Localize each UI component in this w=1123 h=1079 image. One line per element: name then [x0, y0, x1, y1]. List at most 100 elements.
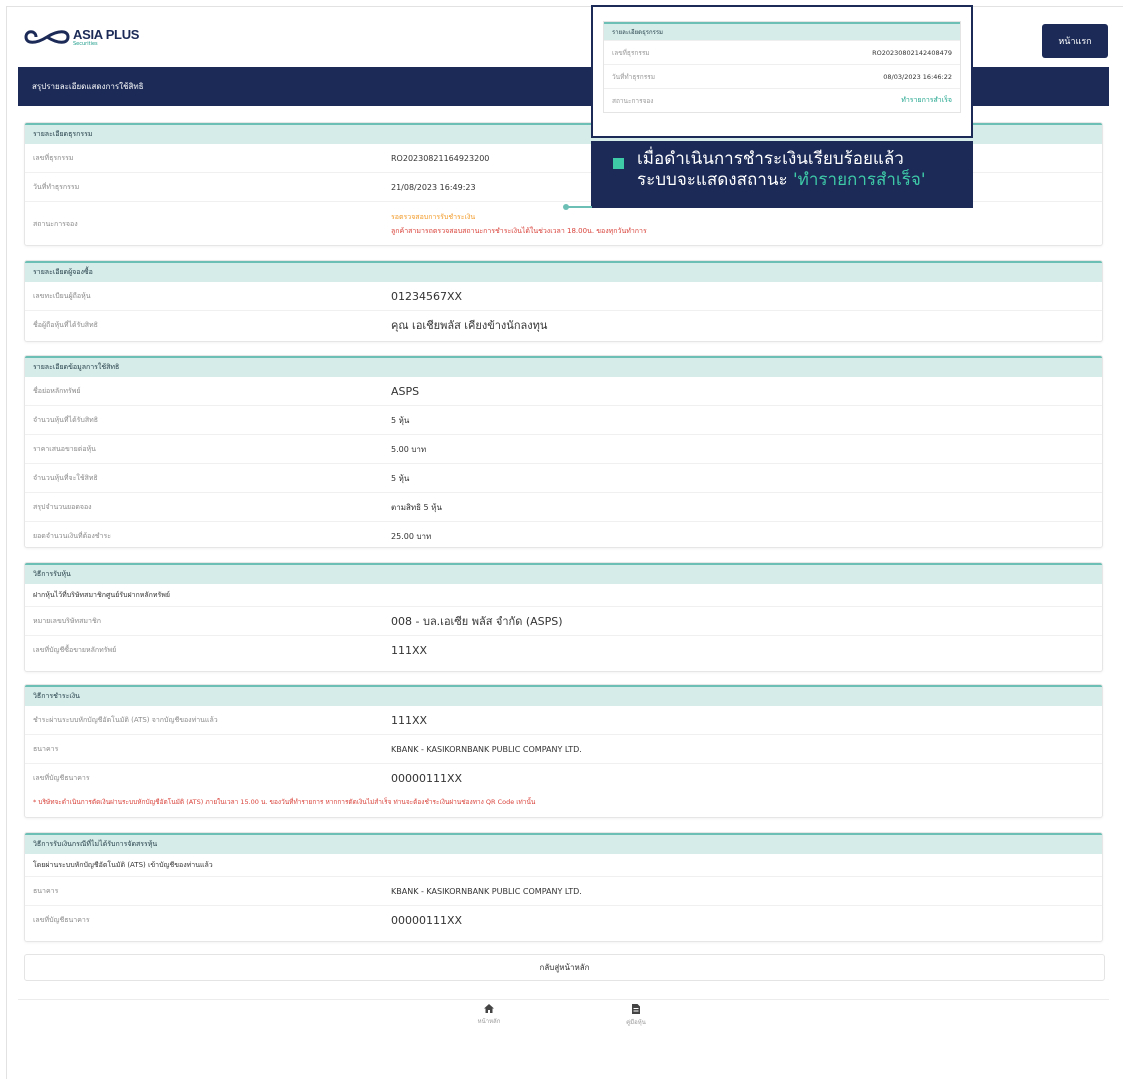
- refund-row: ธนาคาร KBANK - KASIKORNBANK PUBLIC COMPA…: [25, 876, 1102, 905]
- rights-row: ยอดจำนวนเงินที่ต้องชำระ 25.00 บาท: [25, 521, 1102, 547]
- buyer-row: เลขทะเบียนผู้ถือหุ้น 01234567XX: [25, 282, 1102, 310]
- section-subtitle: โดยผ่านระบบหักบัญชีอัตโนมัติ (ATS) เข้าบ…: [33, 860, 213, 869]
- receive-card-title: วิธีการรับหุ้น: [25, 563, 1102, 584]
- row-label: เลขที่บัญชีธนาคาร: [33, 773, 90, 782]
- receive-row: หมายเลขบริษัทสมาชิก 008 - บล.เอเซีย พลัส…: [25, 606, 1102, 635]
- row-value: ASPS: [391, 384, 420, 398]
- receive-subtitle-row: ฝากหุ้นไว้ที่บริษัทสมาชิกศูนย์รับฝากหลัก…: [25, 584, 1102, 606]
- row-label: ชื่อผู้ถือหุ้นที่ได้รับสิทธิ: [33, 320, 98, 329]
- refund-card: วิธีการรับเงินกรณีที่ไม่ได้รับการจัดสรรห…: [24, 832, 1103, 942]
- popup-row-value: 08/03/2023 16:46:22: [883, 72, 952, 81]
- infinity-logo-icon: [24, 30, 70, 44]
- logo-text: ASIA PLUS: [73, 26, 140, 42]
- nav-home-label: หน้าหลัก: [477, 1018, 501, 1025]
- frame-border-left: [6, 6, 7, 1079]
- back-button-label: กลับสู่หน้าหลัก: [539, 963, 590, 972]
- rights-row: ชื่อย่อหลักทรัพย์ ASPS: [25, 377, 1102, 405]
- callout-line-2-prefix: ระบบจะแสดงสถานะ: [637, 170, 788, 190]
- buyer-card-title: รายละเอียดผู้จองซื้อ: [25, 261, 1102, 282]
- page-title: สรุปรายละเอียดแสดงการใช้สิทธิ: [32, 82, 144, 91]
- rights-row: จำนวนหุ้นที่จะใช้สิทธิ 5 หุ้น: [25, 463, 1102, 492]
- rights-row: สรุปจำนวนยอดจอง ตามสิทธิ 5 หุ้น: [25, 492, 1102, 521]
- row-label: เลขที่บัญชีธนาคาร: [33, 915, 90, 924]
- row-value: 21/08/2023 16:49:23: [391, 182, 476, 192]
- payment-note: * บริษัทจะดำเนินการตัดเงินผ่านระบบหักบัญ…: [33, 798, 536, 806]
- row-label: จำนวนหุ้นที่จะใช้สิทธิ: [33, 473, 98, 482]
- row-value: 01234567XX: [391, 289, 463, 303]
- popup-row-label: สถานะการจอง: [612, 96, 654, 105]
- callout-square-icon: [613, 158, 624, 169]
- receive-shares-card: วิธีการรับหุ้น ฝากหุ้นไว้ที่บริษัทสมาชิก…: [24, 562, 1103, 672]
- row-value: 111XX: [391, 713, 428, 727]
- buyer-card: รายละเอียดผู้จองซื้อ เลขทะเบียนผู้ถือหุ้…: [24, 260, 1103, 342]
- row-value: 008 - บล.เอเซีย พลัส จำกัด (ASPS): [391, 615, 563, 628]
- rights-row: จำนวนหุ้นที่ได้รับสิทธิ 5 หุ้น: [25, 405, 1102, 434]
- row-label: จำนวนหุ้นที่ได้รับสิทธิ: [33, 415, 98, 424]
- rights-row: ราคาเสนอขายต่อหุ้น 5.00 บาท: [25, 434, 1102, 463]
- callout-highlight: 'ทำรายการสำเร็จ': [792, 170, 926, 190]
- row-value: RO20230821164923200: [391, 153, 490, 163]
- section-subtitle: ฝากหุ้นไว้ที่บริษัทสมาชิกศูนย์รับฝากหลัก…: [33, 590, 171, 599]
- buyer-row: ชื่อผู้ถือหุ้นที่ได้รับสิทธิ คุณ เอเชียพ…: [25, 310, 1102, 339]
- row-label: หมายเลขบริษัทสมาชิก: [33, 616, 101, 625]
- popup-row-value: RO20230802142408479: [872, 48, 952, 57]
- popup-row-label: เลขที่ธุรกรรม: [612, 48, 650, 57]
- row-value: 111XX: [391, 643, 428, 657]
- document-icon: [632, 1004, 640, 1014]
- row-label: ธนาคาร: [33, 744, 59, 753]
- row-value: ตามสิทธิ 5 หุ้น: [391, 502, 442, 512]
- footer-divider: [18, 999, 1109, 1000]
- refund-subtitle-row: โดยผ่านระบบหักบัญชีอัตโนมัติ (ATS) เข้าบ…: [25, 854, 1102, 876]
- row-label: ราคาเสนอขายต่อหุ้น: [33, 444, 96, 453]
- popup-row: เลขที่ธุรกรรม RO20230802142408479: [604, 40, 960, 64]
- popup-row: สถานะการจอง ทำรายการสำเร็จ: [604, 88, 960, 112]
- nav-home[interactable]: หน้าหลัก: [459, 1004, 519, 1026]
- status-note: ลูกค้าสามารถตรวจสอบสถานะการชำระเงินได้ใน…: [391, 226, 647, 235]
- row-value: 25.00 บาท: [391, 531, 432, 541]
- nav-docs-label: คู่มือหุ้น: [626, 1019, 646, 1026]
- popup-status-success: ทำรายการสำเร็จ: [901, 96, 952, 104]
- row-label: เลขที่ธุรกรรม: [33, 153, 74, 162]
- connector-line: [567, 206, 592, 208]
- callout-line-2: ระบบจะแสดงสถานะ 'ทำรายการสำเร็จ': [613, 170, 963, 191]
- status-badge: รอตรวจสอบการรับชำระเงิน: [391, 212, 476, 221]
- popup-card: รายละเอียดธุรกรรม เลขที่ธุรกรรม RO202308…: [603, 21, 961, 113]
- row-label: เลขทะเบียนผู้ถือหุ้น: [33, 291, 91, 300]
- rights-card-title: รายละเอียดข้อมูลการใช้สิทธิ: [25, 356, 1102, 377]
- row-value: 00000111XX: [391, 913, 463, 927]
- callout-line-1: เมื่อดำเนินการชำระเงินเรียบร้อยแล้ว: [637, 149, 904, 169]
- row-label: สถานะการจอง: [33, 219, 78, 228]
- payment-row: ธนาคาร KBANK - KASIKORNBANK PUBLIC COMPA…: [25, 734, 1102, 763]
- row-value: KBANK - KASIKORNBANK PUBLIC COMPANY LTD.: [391, 744, 582, 754]
- row-label: ชำระผ่านระบบหักบัญชีอัตโนมัติ (ATS) จากบ…: [33, 715, 218, 724]
- row-value: 5 หุ้น: [391, 415, 410, 425]
- refund-card-title: วิธีการรับเงินกรณีที่ไม่ได้รับการจัดสรรห…: [25, 833, 1102, 854]
- receive-row: เลขที่บัญชีซื้อขายหลักทรัพย์ 111XX: [25, 635, 1102, 664]
- row-value: คุณ เอเชียพลัส เคียงข้างนักลงทุน: [391, 319, 548, 332]
- rights-card: รายละเอียดข้อมูลการใช้สิทธิ ชื่อย่อหลักท…: [24, 355, 1103, 548]
- row-value: 5 หุ้น: [391, 473, 410, 483]
- annotation-callout: เมื่อดำเนินการชำระเงินเรียบร้อยแล้ว ระบบ…: [591, 141, 973, 208]
- home-icon: [484, 1004, 494, 1013]
- status-preview-popup: รายละเอียดธุรกรรม เลขที่ธุรกรรม RO202308…: [591, 5, 973, 138]
- row-value: KBANK - KASIKORNBANK PUBLIC COMPANY LTD.: [391, 886, 582, 896]
- refund-row: เลขที่บัญชีธนาคาร 00000111XX: [25, 905, 1102, 934]
- payment-row: เลขที่บัญชีธนาคาร 00000111XX: [25, 763, 1102, 792]
- nav-docs[interactable]: คู่มือหุ้น: [606, 1004, 666, 1027]
- row-label: วันที่ทำธุรกรรม: [33, 182, 80, 191]
- popup-row: วันที่ทำธุรกรรม 08/03/2023 16:46:22: [604, 64, 960, 88]
- back-to-main-button[interactable]: กลับสู่หน้าหลัก: [24, 954, 1105, 981]
- row-label: เลขที่บัญชีซื้อขายหลักทรัพย์: [33, 645, 117, 654]
- payment-card-title: วิธีการชำระเงิน: [25, 685, 1102, 706]
- row-label: ธนาคาร: [33, 886, 59, 895]
- row-label: สรุปจำนวนยอดจอง: [33, 502, 92, 511]
- row-label: ยอดจำนวนเงินที่ต้องชำระ: [33, 531, 111, 540]
- popup-row-label: วันที่ทำธุรกรรม: [612, 72, 655, 81]
- row-value: 5.00 บาท: [391, 444, 427, 454]
- logo-subtext: Securities: [73, 40, 98, 47]
- row-value: 00000111XX: [391, 771, 463, 785]
- asia-plus-logo[interactable]: ASIA PLUS Securities: [24, 27, 139, 47]
- row-label: ชื่อย่อหลักทรัพย์: [33, 386, 81, 395]
- home-button[interactable]: หน้าแรก: [1042, 24, 1108, 58]
- payment-card: วิธีการชำระเงิน ชำระผ่านระบบหักบัญชีอัตโ…: [24, 684, 1103, 818]
